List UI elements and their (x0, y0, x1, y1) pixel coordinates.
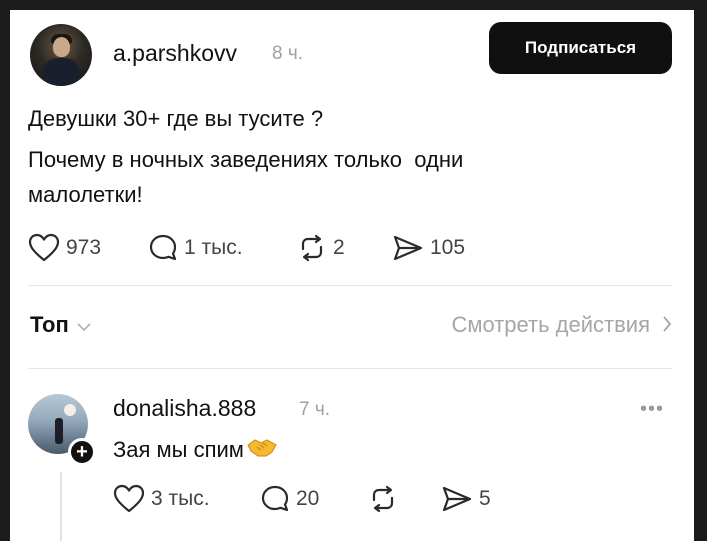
sort-dropdown[interactable]: Топ (30, 312, 91, 338)
avatar-body (43, 58, 79, 86)
comment-count: 1 тыс. (184, 236, 243, 259)
reply-share-action[interactable]: 5 (441, 484, 491, 514)
thread-view: a.parshkovv 8 ч. Подписаться Девушки 30+… (10, 10, 694, 541)
chevron-right-icon (662, 312, 672, 338)
reply-username[interactable]: donalisha.888 (113, 395, 256, 422)
avatar-figure (55, 418, 63, 444)
reply-share-count: 5 (479, 487, 491, 510)
heart-icon (113, 484, 145, 514)
post-text-line-3: малолетки! (28, 182, 143, 207)
author-avatar[interactable] (30, 24, 92, 86)
repost-arrows-icon (368, 484, 398, 514)
like-count: 973 (66, 236, 102, 259)
repost-count: 2 (333, 236, 345, 259)
comment-bubble-icon (260, 484, 290, 514)
follow-button[interactable]: Подписаться (489, 22, 672, 74)
comment-bubble-icon (148, 233, 178, 263)
share-count: 105 (430, 236, 466, 259)
post-text-line-1: Девушки 30+ где вы тусите ? (28, 106, 324, 131)
reply-time: 7 ч. (299, 399, 331, 420)
reply-comment-count: 20 (296, 487, 320, 510)
view-activity-link[interactable]: Смотреть действия (451, 312, 672, 338)
share-action[interactable]: 105 (392, 233, 465, 263)
post-text-line-2: Почему в ночных заведениях только одни (28, 147, 464, 172)
avatar-sun (64, 404, 76, 416)
avatar-head (53, 37, 70, 57)
reply-like-action[interactable]: 3 тыс. (113, 484, 210, 514)
reply-repost-action[interactable] (368, 484, 398, 514)
more-dots-icon[interactable]: ••• (640, 398, 664, 421)
comment-action[interactable]: 1 тыс. (148, 233, 243, 263)
send-icon (441, 484, 473, 514)
follow-plus-icon[interactable]: + (68, 438, 96, 466)
author-username[interactable]: a.parshkovv (113, 40, 237, 67)
sort-label: Топ (30, 312, 69, 337)
thread-line (60, 472, 62, 541)
heart-icon (28, 233, 60, 263)
chevron-down-icon (77, 312, 91, 338)
divider (28, 285, 672, 286)
repost-action[interactable]: 2 (297, 233, 345, 263)
repost-arrows-icon (297, 233, 327, 263)
send-icon (392, 233, 424, 263)
post-time: 8 ч. (272, 43, 304, 64)
divider (28, 368, 672, 369)
reply-text: Зая мы спим (113, 437, 244, 462)
reply-comment-action[interactable]: 20 (260, 484, 319, 514)
activity-label: Смотреть действия (451, 312, 650, 337)
reply-like-count: 3 тыс. (151, 487, 210, 510)
reply-text-row: Зая мы спим (113, 436, 278, 464)
handshake-icon (246, 436, 278, 464)
like-action[interactable]: 973 (28, 233, 101, 263)
